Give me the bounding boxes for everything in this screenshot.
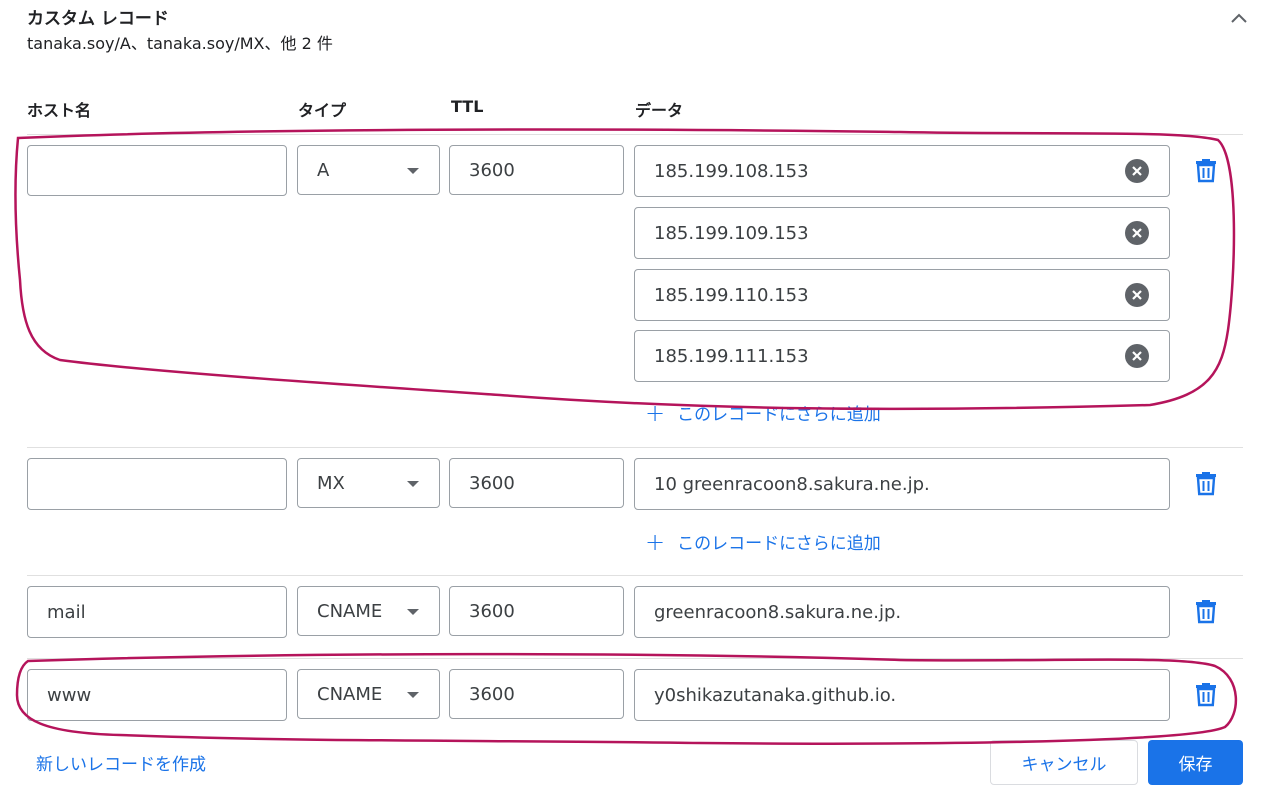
divider	[27, 575, 1243, 576]
section-subtitle: tanaka.soy/A、tanaka.soy/MX、他 2 件	[27, 34, 333, 53]
section-title: カスタム レコード	[27, 9, 169, 29]
trash-icon[interactable]	[1195, 681, 1217, 707]
host-name-input[interactable]: www	[27, 669, 287, 721]
data-input[interactable]: 10 greenracoon8.sakura.ne.jp.	[634, 458, 1170, 510]
create-new-record-link[interactable]: 新しいレコードを作成	[36, 750, 206, 775]
divider	[27, 447, 1243, 448]
data-input[interactable]: greenracoon8.sakura.ne.jp.	[634, 586, 1170, 638]
data-input[interactable]: y0shikazutanaka.github.io.	[634, 669, 1170, 721]
data-value: 10 greenracoon8.sakura.ne.jp.	[654, 473, 930, 495]
record-type-value: MX	[317, 472, 345, 494]
chevron-up-icon[interactable]	[1228, 8, 1250, 30]
data-input[interactable]: 185.199.111.153	[634, 330, 1170, 382]
record-type-select[interactable]: A	[297, 145, 440, 195]
trash-icon[interactable]	[1195, 157, 1217, 183]
data-value: greenracoon8.sakura.ne.jp.	[654, 601, 902, 623]
plus-icon: +	[645, 398, 666, 427]
ttl-input[interactable]: 3600	[449, 586, 624, 636]
trash-icon[interactable]	[1195, 470, 1217, 496]
data-input[interactable]: 185.199.108.153	[634, 145, 1170, 197]
add-to-record-label: このレコードにさらに追加	[677, 534, 881, 554]
data-value: 185.199.109.153	[654, 222, 809, 244]
divider	[27, 134, 1243, 135]
record-type-value: A	[317, 159, 330, 181]
clear-icon[interactable]	[1125, 221, 1149, 245]
divider	[27, 658, 1243, 659]
column-header-type: タイプ	[298, 101, 347, 120]
dropdown-arrow-icon	[407, 692, 419, 698]
host-name-input[interactable]: mail	[27, 586, 287, 638]
add-to-record-link[interactable]: + このレコードにさらに追加	[645, 527, 881, 556]
dropdown-arrow-icon	[407, 168, 419, 174]
clear-icon[interactable]	[1125, 283, 1149, 307]
data-value: 185.199.108.153	[654, 160, 809, 182]
ttl-input[interactable]: 3600	[449, 669, 624, 719]
record-type-select[interactable]: MX	[297, 458, 440, 508]
host-name-input[interactable]	[27, 145, 287, 196]
record-type-select[interactable]: CNAME	[297, 586, 440, 636]
plus-icon: +	[645, 527, 666, 556]
host-name-input[interactable]	[27, 458, 287, 510]
cancel-button[interactable]: キャンセル	[990, 740, 1138, 785]
dropdown-arrow-icon	[407, 481, 419, 487]
dropdown-arrow-icon	[407, 609, 419, 615]
data-input[interactable]: 185.199.109.153	[634, 207, 1170, 259]
column-header-ttl: TTL	[451, 97, 484, 116]
data-value: 185.199.110.153	[654, 284, 809, 306]
record-type-value: CNAME	[317, 600, 383, 622]
column-header-host: ホスト名	[27, 101, 92, 120]
data-input[interactable]: 185.199.110.153	[634, 269, 1170, 321]
record-type-value: CNAME	[317, 683, 383, 705]
ttl-input[interactable]: 3600	[449, 145, 624, 195]
clear-icon[interactable]	[1125, 159, 1149, 183]
trash-icon[interactable]	[1195, 598, 1217, 624]
clear-icon[interactable]	[1125, 344, 1149, 368]
record-type-select[interactable]: CNAME	[297, 669, 440, 719]
save-button[interactable]: 保存	[1148, 740, 1243, 785]
column-header-data: データ	[635, 101, 684, 120]
data-value: y0shikazutanaka.github.io.	[654, 684, 897, 706]
add-to-record-label: このレコードにさらに追加	[677, 405, 881, 425]
ttl-input[interactable]: 3600	[449, 458, 624, 508]
data-value: 185.199.111.153	[654, 345, 809, 367]
add-to-record-link[interactable]: + このレコードにさらに追加	[645, 398, 881, 427]
